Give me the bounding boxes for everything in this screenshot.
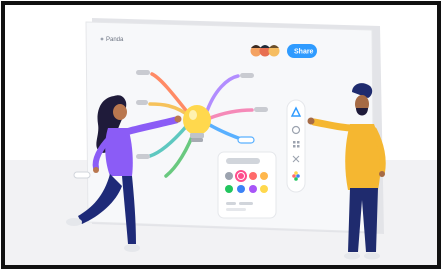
color-picker-card[interactable]	[217, 151, 277, 219]
mindmap-node	[240, 73, 254, 78]
mindmap-node	[136, 70, 150, 75]
board-tab-label: Panda	[106, 37, 124, 43]
mindmap-node	[136, 100, 148, 105]
mindmap-node	[254, 107, 268, 112]
share-button-label: Share	[294, 49, 314, 56]
collaborator-avatars	[250, 45, 280, 57]
color-swatch[interactable]	[249, 185, 257, 193]
mindmap-node-selected	[237, 136, 255, 144]
mindmap-illustration: Panda Share	[1, 1, 441, 269]
side-toolbar	[286, 99, 306, 193]
color-swatch[interactable]	[237, 185, 245, 193]
board-tab-dot	[100, 37, 104, 41]
mindmap-node	[136, 154, 150, 159]
color-swatch[interactable]	[249, 172, 257, 180]
color-swatch[interactable]	[260, 172, 268, 180]
illustration-frame: Panda Share	[0, 0, 442, 270]
color-swatch[interactable]	[225, 172, 233, 180]
wall-switch	[73, 171, 91, 179]
share-button[interactable]: Share	[287, 44, 317, 58]
color-swatch[interactable]	[225, 185, 233, 193]
color-swatch[interactable]	[260, 185, 268, 193]
